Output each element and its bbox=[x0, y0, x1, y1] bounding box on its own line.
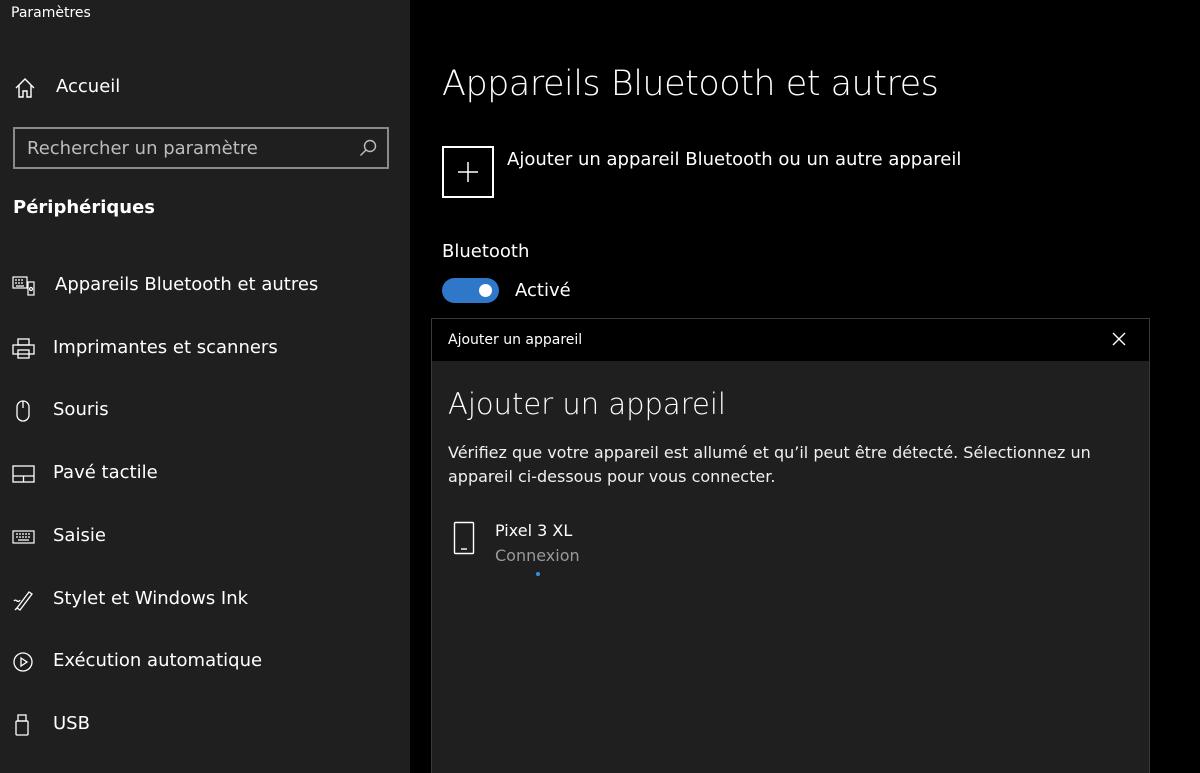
sidebar-item-bluetooth[interactable]: Appareils Bluetooth et autres bbox=[0, 261, 410, 311]
sidebar-item-label: Imprimantes et scanners bbox=[53, 337, 278, 358]
sidebar-item-autoplay[interactable]: Exécution automatique bbox=[0, 637, 410, 687]
toggle-knob bbox=[479, 284, 492, 297]
add-device-label: Ajouter un appareil Bluetooth ou un autr… bbox=[507, 149, 962, 170]
dialog-heading: Ajouter un appareil bbox=[448, 387, 726, 421]
add-device-button[interactable]: Ajouter un appareil Bluetooth ou un autr… bbox=[442, 146, 1002, 200]
nav-home[interactable]: Accueil bbox=[0, 66, 410, 108]
dialog-title-bar[interactable]: Ajouter un appareil bbox=[432, 319, 1149, 361]
search-input[interactable] bbox=[27, 136, 347, 160]
autoplay-icon bbox=[12, 651, 36, 673]
sidebar-item-label: USB bbox=[53, 713, 90, 734]
search-box[interactable] bbox=[13, 127, 389, 169]
sidebar-item-typing[interactable]: Saisie bbox=[0, 512, 410, 562]
sidebar-item-printers[interactable]: Imprimantes et scanners bbox=[0, 324, 410, 374]
mouse-icon bbox=[12, 400, 36, 422]
pen-icon bbox=[12, 589, 36, 611]
add-device-dialog: Ajouter un appareil Ajouter un appareil … bbox=[431, 318, 1150, 773]
sidebar-item-label: Souris bbox=[53, 399, 109, 420]
touchpad-icon bbox=[12, 463, 36, 485]
dialog-description: Vérifiez que votre appareil est allumé e… bbox=[448, 443, 1091, 486]
search-icon[interactable] bbox=[359, 139, 377, 157]
section-title: Périphériques bbox=[13, 197, 156, 218]
page-title: Appareils Bluetooth et autres bbox=[442, 64, 939, 104]
bluetooth-devices-icon bbox=[12, 275, 36, 297]
close-icon[interactable] bbox=[1111, 331, 1127, 347]
sidebar-item-label: Exécution automatique bbox=[53, 650, 263, 671]
add-icon[interactable] bbox=[442, 146, 494, 198]
app-title: Paramètres bbox=[11, 5, 91, 21]
device-status: Connexion bbox=[495, 546, 580, 565]
sidebar-item-label: Pavé tactile bbox=[53, 462, 158, 483]
progress-dot bbox=[536, 572, 540, 576]
sidebar-item-pen[interactable]: Stylet et Windows Ink bbox=[0, 575, 410, 625]
sidebar-item-mouse[interactable]: Souris bbox=[0, 386, 410, 436]
dialog-window-title: Ajouter un appareil bbox=[448, 332, 583, 348]
keyboard-icon bbox=[12, 526, 36, 548]
bluetooth-label: Bluetooth bbox=[442, 241, 530, 262]
home-icon bbox=[14, 77, 36, 99]
phone-icon bbox=[453, 521, 475, 555]
sidebar-item-label: Saisie bbox=[53, 525, 106, 546]
sidebar: Paramètres Accueil Périphériques Apparei… bbox=[0, 0, 410, 773]
nav-home-label: Accueil bbox=[56, 76, 121, 97]
sidebar-item-label: Appareils Bluetooth et autres bbox=[55, 274, 319, 295]
printer-icon bbox=[12, 338, 36, 360]
sidebar-item-touchpad[interactable]: Pavé tactile bbox=[0, 449, 410, 499]
device-item[interactable]: Pixel 3 XL Connexion bbox=[448, 517, 748, 587]
usb-icon bbox=[12, 714, 36, 736]
sidebar-item-usb[interactable]: USB bbox=[0, 700, 410, 750]
sidebar-item-label: Stylet et Windows Ink bbox=[53, 588, 249, 609]
device-name: Pixel 3 XL bbox=[495, 521, 573, 540]
bluetooth-state-label: Activé bbox=[515, 280, 571, 301]
bluetooth-toggle[interactable] bbox=[442, 278, 499, 303]
